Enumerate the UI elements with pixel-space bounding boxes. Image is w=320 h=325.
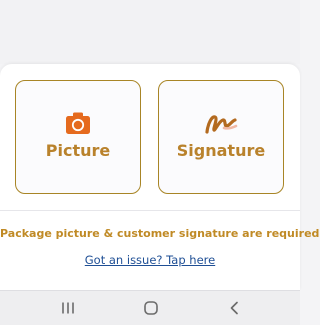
report-issue-link[interactable]: Got an issue? Tap here bbox=[0, 253, 300, 267]
signature-label: Signature bbox=[176, 141, 266, 160]
recents-icon[interactable] bbox=[59, 299, 77, 317]
signature-button[interactable]: Signature bbox=[158, 80, 284, 194]
home-icon[interactable] bbox=[142, 299, 160, 317]
requirement-notice: Package picture & customer signature are… bbox=[0, 227, 320, 240]
signature-icon bbox=[205, 115, 238, 134]
system-nav-bar bbox=[0, 290, 300, 325]
picture-button[interactable]: Picture bbox=[15, 80, 141, 194]
picture-label: Picture bbox=[45, 141, 111, 160]
bottom-sheet: Picture Signature Package picture & cust… bbox=[0, 64, 320, 290]
screen-top-area bbox=[0, 0, 300, 64]
divider bbox=[0, 210, 300, 211]
camera-icon bbox=[66, 112, 90, 134]
back-icon[interactable] bbox=[226, 299, 244, 317]
